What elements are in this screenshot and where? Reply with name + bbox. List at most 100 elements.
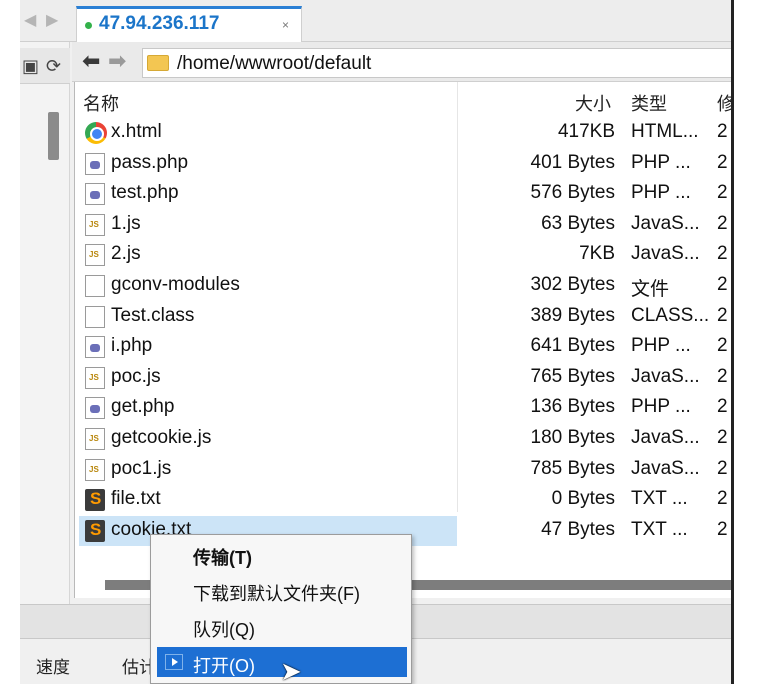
file-size: 641 Bytes — [530, 335, 616, 357]
file-row[interactable]: 2.js 7KB JavaS... 2 — [75, 240, 731, 270]
js-file-icon — [85, 458, 105, 481]
php-file-icon — [85, 397, 105, 420]
file-type: 文件 — [631, 279, 670, 300]
file-size: 7KB — [579, 243, 615, 265]
menu-item-label: 队列(Q) — [193, 620, 255, 640]
column-header-modified[interactable]: 修 — [717, 90, 731, 116]
file-modified: 2 — [717, 121, 728, 142]
file-row[interactable]: pass.php 401 Bytes PHP ... 2 — [75, 149, 731, 179]
left-pane-scrollbar[interactable] — [48, 112, 59, 160]
file-type: JavaS... — [631, 457, 700, 479]
file-name-cell: poc1.js — [79, 455, 457, 485]
refresh-icon[interactable]: ⟳ — [46, 56, 61, 77]
file-type: JavaS... — [631, 365, 700, 387]
js-file-icon — [85, 428, 105, 450]
file-type: CLASS... — [631, 304, 710, 326]
file-modified: 2 — [717, 274, 728, 295]
js-file-icon — [85, 244, 105, 267]
tab-server[interactable]: 47.94.236.117 × — [76, 6, 302, 43]
file-type: PHP ... — [631, 182, 691, 204]
js-file-icon — [85, 366, 105, 389]
file-name-cell: file.txt — [79, 485, 457, 515]
file-name-cell: i.php — [79, 332, 457, 362]
file-modified: 2 — [717, 427, 728, 448]
sublime-icon — [85, 489, 105, 512]
mouse-cursor-icon: ➤ — [280, 656, 302, 684]
file-type: PHP ... — [631, 396, 691, 418]
file-row[interactable]: test.php 576 Bytes PHP ... 2 — [75, 179, 731, 209]
file-size: 576 Bytes — [530, 182, 616, 204]
file-size: 785 Bytes — [530, 457, 616, 479]
file-list: 名称 大小 类型 修 x.html 417KB HTML... 2 pass.php 40… — [74, 82, 731, 598]
php-file-icon — [85, 183, 105, 206]
file-type: PHP ... — [631, 151, 691, 173]
file-type: JavaS... — [631, 243, 700, 265]
file-name: get.php — [111, 396, 175, 418]
left-pane: ▣ ⟳ — [20, 42, 70, 604]
file-name: Test.class — [111, 304, 195, 326]
address-bar: ⬅ ➡ /home/wwwroot/default — [72, 42, 731, 82]
file-name: 1.js — [111, 212, 141, 234]
file-size: 401 Bytes — [530, 151, 616, 173]
file-name-cell: poc.js — [79, 363, 457, 393]
file-row[interactable]: gconv-modules 302 Bytes 文件 2 — [75, 271, 731, 301]
js-file-icon — [85, 213, 105, 236]
file-type: JavaS... — [631, 212, 700, 234]
close-tab-icon[interactable]: × — [282, 18, 289, 32]
tab-bar: ◀ ▶ 47.94.236.117 × — [20, 0, 731, 43]
file-modified: 2 — [717, 304, 728, 326]
file-type: TXT ... — [631, 518, 688, 540]
file-row[interactable]: poc.js 765 Bytes JavaS... 2 — [75, 363, 731, 393]
file-name: i.php — [111, 335, 153, 357]
file-name: poc1.js — [111, 457, 172, 479]
file-row[interactable]: get.php 136 Bytes PHP ... 2 — [75, 393, 731, 423]
file-row[interactable]: x.html 417KB HTML... 2 — [75, 118, 731, 148]
file-modified: 2 — [717, 212, 728, 234]
file-row[interactable]: 1.js 63 Bytes JavaS... 2 — [75, 210, 731, 240]
path-input[interactable]: /home/wwwroot/default — [142, 48, 731, 78]
file-row[interactable]: poc1.js 785 Bytes JavaS... 2 — [75, 455, 731, 485]
file-name: poc.js — [111, 365, 161, 387]
file-modified: 2 — [717, 182, 728, 204]
file-row[interactable]: file.txt 0 Bytes TXT ... 2 — [75, 485, 731, 515]
path-text: /home/wwwroot/default — [177, 53, 372, 74]
file-name: pass.php — [111, 151, 189, 173]
file-row[interactable]: getcookie.js 180 Bytes JavaS... 2 — [75, 424, 731, 454]
menu-item-transfer[interactable]: 传输(T) — [151, 539, 413, 569]
file-row[interactable]: Test.class 389 Bytes CLASS... 2 — [75, 302, 731, 332]
forward-arrow-icon[interactable]: ➡ — [108, 48, 126, 74]
column-header-type[interactable]: 类型 — [631, 90, 667, 116]
file-modified: 2 — [717, 518, 728, 540]
file-icon — [85, 275, 105, 297]
menu-item-label: 打开(O) — [193, 656, 255, 676]
file-name-cell: 1.js — [79, 210, 457, 240]
column-header-name[interactable]: 名称 — [83, 90, 119, 116]
file-modified: 2 — [717, 457, 728, 479]
menu-item-download-default[interactable]: 下载到默认文件夹(F) — [151, 575, 413, 605]
file-name-cell: test.php — [79, 179, 457, 209]
file-type: HTML... — [631, 121, 699, 142]
file-name: file.txt — [111, 488, 161, 510]
tab-prev-icon[interactable]: ◀ — [24, 10, 36, 30]
status-speed-label: 速度 — [36, 658, 70, 677]
php-file-icon — [85, 152, 105, 175]
column-header-size[interactable]: 大小 — [575, 90, 611, 116]
tab-next-icon[interactable]: ▶ — [46, 10, 58, 30]
file-row[interactable]: i.php 641 Bytes PHP ... 2 — [75, 332, 731, 362]
connected-status-icon — [85, 22, 92, 29]
file-modified: 2 — [717, 335, 728, 357]
file-name-cell: pass.php — [79, 149, 457, 179]
menu-item-label: 传输(T) — [193, 548, 252, 568]
back-arrow-icon[interactable]: ⬅ — [82, 48, 100, 74]
file-name-cell: get.php — [79, 393, 457, 423]
file-modified: 2 — [717, 243, 728, 265]
file-size: 136 Bytes — [530, 396, 616, 418]
menu-item-queue[interactable]: 队列(Q) — [151, 611, 413, 641]
file-modified: 2 — [717, 488, 728, 510]
file-name-cell: getcookie.js — [79, 424, 457, 454]
file-size: 417KB — [557, 121, 615, 142]
file-type: TXT ... — [631, 488, 688, 510]
file-size: 0 Bytes — [551, 488, 615, 510]
drive-icon[interactable]: ▣ — [22, 56, 39, 77]
file-modified: 2 — [717, 365, 728, 387]
